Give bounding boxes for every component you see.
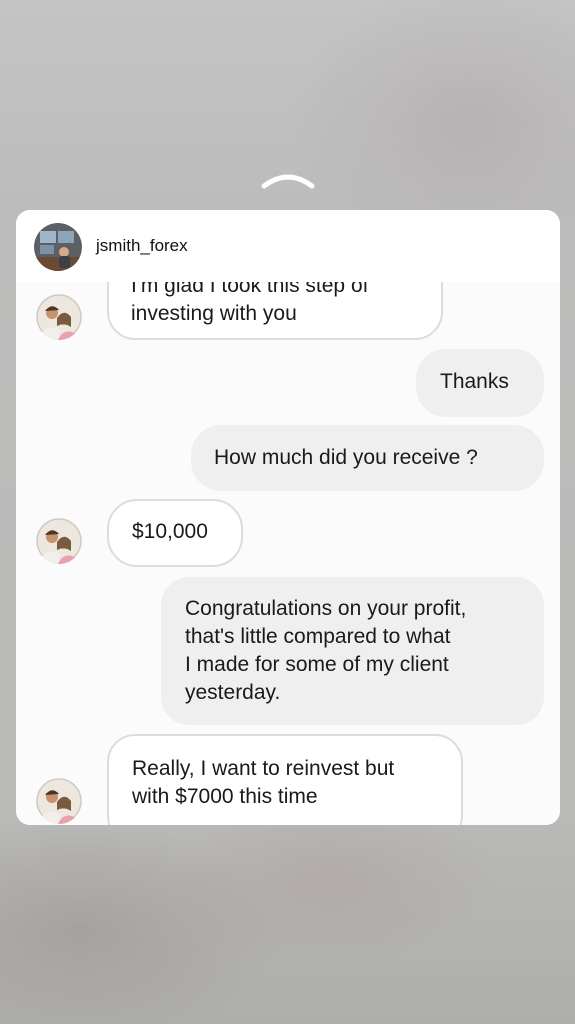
incoming-message: $10,000 [107, 499, 243, 567]
outgoing-message: Congratulations on your profit, that's l… [161, 577, 544, 725]
sender-avatar [36, 518, 82, 564]
profile-avatar[interactable] [34, 223, 82, 271]
outgoing-message: How much did you receive ? [191, 425, 544, 491]
sender-avatar [36, 294, 82, 340]
chevron-up-icon[interactable] [261, 170, 315, 190]
conversation-screenshot: I'm glad I took this step of investing w… [16, 282, 560, 825]
incoming-message: I'm glad I took this step of investing w… [107, 282, 443, 340]
username[interactable]: jsmith_forex [96, 236, 188, 256]
story-card: jsmith_forex I'm glad I took this step o… [16, 210, 560, 825]
incoming-message: Really, I want to reinvest but with $700… [107, 734, 463, 825]
sender-avatar [36, 778, 82, 824]
story-header: jsmith_forex [16, 210, 560, 282]
outgoing-message: Thanks [416, 349, 544, 417]
